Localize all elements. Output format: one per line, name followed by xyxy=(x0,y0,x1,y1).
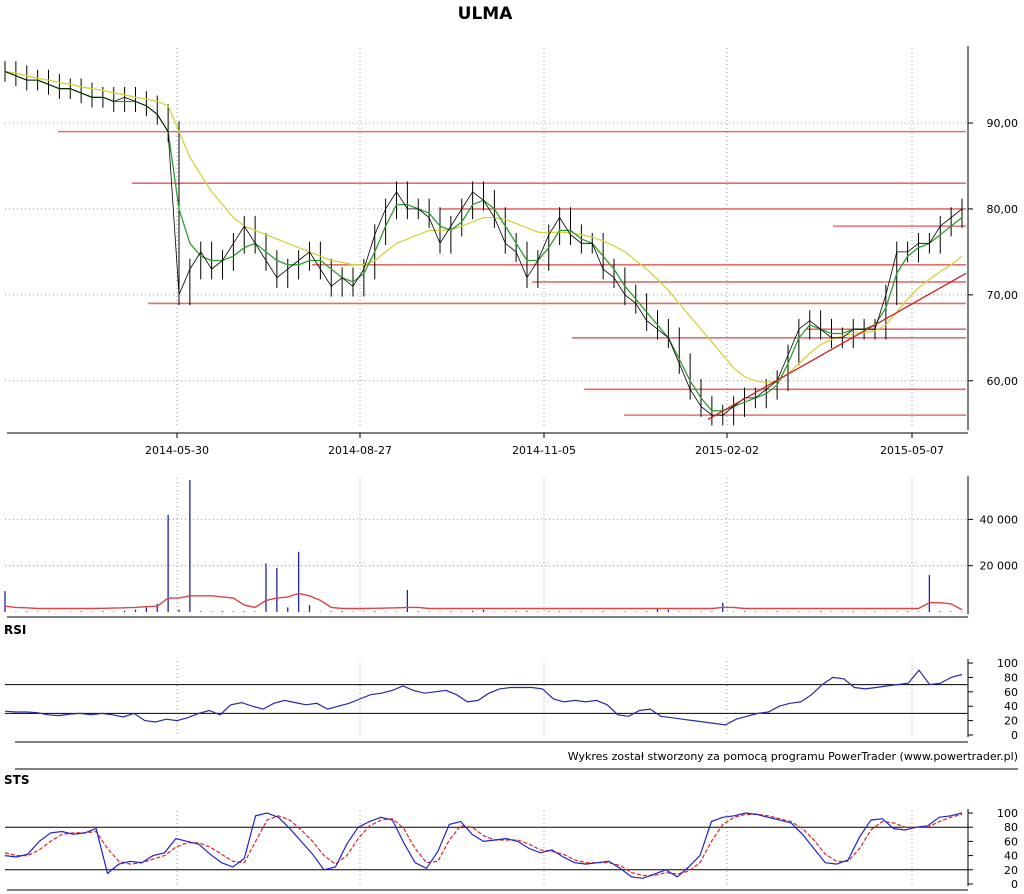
sma-long-line xyxy=(4,70,963,384)
price-grid xyxy=(5,48,968,428)
price-ytick-label: 60,00 xyxy=(987,375,1019,388)
sma-short-line xyxy=(4,70,963,412)
sts-ytick-label: 60 xyxy=(1004,835,1018,848)
sts-ytick-label: 0 xyxy=(1011,878,1018,891)
price-ytick-label: 80,00 xyxy=(987,203,1019,216)
stock-chart: 2014-05-30 2014-08-27 2014-11-05 2015-02-02… xyxy=(4,4,1019,891)
rsi-ytick-label: 60 xyxy=(1004,686,1018,699)
sts-panel: 1008060 40200 xyxy=(4,807,1018,891)
volume-average-line xyxy=(4,592,963,611)
support-resistance-levels xyxy=(58,130,966,416)
close-line xyxy=(4,71,963,416)
price-xtick-label: 2015-05-07 xyxy=(880,444,944,457)
credit-text: Wykres został stworzony za pomocą progra… xyxy=(568,750,1018,763)
volume-ytick-label: 40 000 xyxy=(980,513,1019,526)
rsi-ytick-label: 100 xyxy=(997,657,1018,670)
rsi-ytick-label: 0 xyxy=(1011,729,1018,742)
price-series xyxy=(4,61,967,426)
sts-ytick-label: 100 xyxy=(997,807,1018,820)
rsi-line xyxy=(4,669,963,726)
price-xtick-label: 2015-02-02 xyxy=(695,444,759,457)
price-xtick-label: 2014-11-05 xyxy=(512,444,576,457)
stochastic-d-line xyxy=(4,813,963,877)
price-xtick-label: 2014-05-30 xyxy=(145,444,209,457)
price-ytick-label: 90,00 xyxy=(987,117,1019,130)
price-panel: 2014-05-30 2014-08-27 2014-11-05 2015-02-02… xyxy=(4,46,1018,457)
sts-panel-label: STS xyxy=(4,773,29,787)
price-ytick-label: 70,00 xyxy=(987,289,1019,302)
price-axes: 2014-05-30 2014-08-27 2014-11-05 2015-02-02… xyxy=(7,46,1018,457)
chart-title: ULMA xyxy=(458,4,514,24)
sts-ytick-label: 80 xyxy=(1004,821,1018,834)
volume-ytick-label: 20 000 xyxy=(980,560,1019,573)
price-xtick-label: 2014-08-27 xyxy=(328,444,392,457)
volume-panel: 40 000 20 000 xyxy=(4,476,1019,618)
rsi-panel-label: RSI xyxy=(4,623,26,637)
rsi-ytick-label: 20 xyxy=(1004,715,1018,728)
rsi-ytick-label: 80 xyxy=(1004,671,1018,684)
sts-ytick-label: 20 xyxy=(1004,864,1018,877)
sts-ytick-label: 40 xyxy=(1004,850,1018,863)
rsi-ytick-label: 40 xyxy=(1004,700,1018,713)
